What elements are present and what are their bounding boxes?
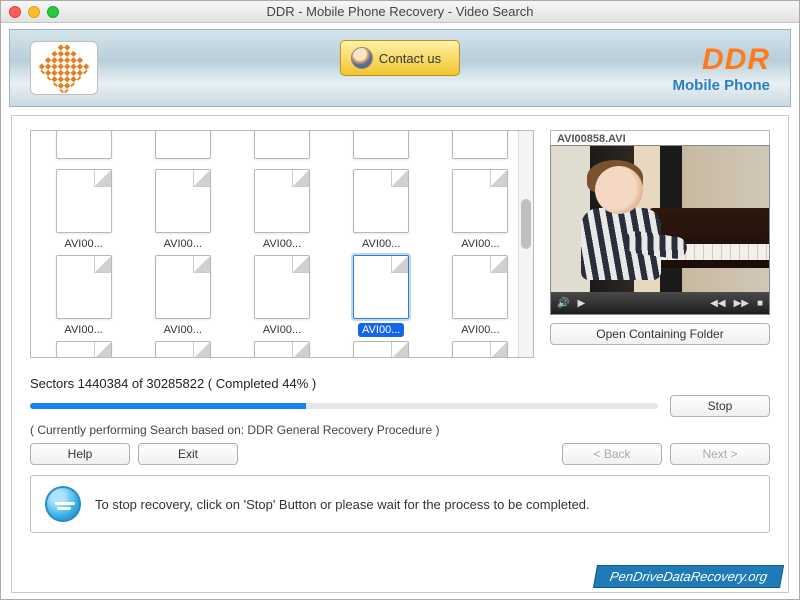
- watermark: PenDriveDataRecovery.org: [593, 565, 784, 588]
- nav-buttons: Help Exit < Back Next >: [30, 443, 770, 465]
- document-icon: [353, 130, 409, 159]
- window-title: DDR - Mobile Phone Recovery - Video Sear…: [1, 4, 799, 19]
- file-item[interactable]: [434, 341, 527, 358]
- file-item[interactable]: AVI00...: [335, 169, 428, 251]
- info-icon: [45, 486, 81, 522]
- main-content: AVI00... AVI00... AVI00... AVI00... AVI00...…: [11, 115, 789, 593]
- document-icon: [353, 341, 409, 358]
- volume-icon[interactable]: 🔊: [557, 298, 569, 309]
- scrollbar-thumb[interactable]: [521, 199, 531, 249]
- document-icon: [155, 341, 211, 358]
- file-item[interactable]: AVI00...: [434, 255, 527, 337]
- prev-icon[interactable]: ◀◀: [710, 298, 725, 309]
- document-icon: [155, 255, 211, 319]
- file-item[interactable]: [335, 130, 428, 165]
- file-item[interactable]: AVI00...: [37, 169, 130, 251]
- file-label: AVI00...: [60, 237, 106, 251]
- file-item[interactable]: [434, 130, 527, 165]
- exit-button[interactable]: Exit: [138, 443, 238, 465]
- next-icon[interactable]: ▶▶: [734, 298, 749, 309]
- document-icon: [452, 341, 508, 358]
- document-icon: [56, 255, 112, 319]
- person-icon: [351, 47, 373, 69]
- file-label: AVI00...: [457, 323, 503, 337]
- header-banner: Contact us DDR Mobile Phone: [9, 29, 791, 107]
- preview-panel: AVI00858.AVI 🔊 ▶: [550, 130, 770, 358]
- file-item[interactable]: AVI00...: [434, 169, 527, 251]
- file-label: AVI00...: [457, 237, 503, 251]
- document-icon: [56, 169, 112, 233]
- file-item[interactable]: AVI00...: [136, 169, 229, 251]
- file-item[interactable]: [335, 341, 428, 358]
- document-icon: [353, 169, 409, 233]
- vertical-scrollbar[interactable]: [518, 131, 533, 357]
- app-logo: [30, 41, 98, 95]
- document-icon: [452, 255, 508, 319]
- app-window: DDR - Mobile Phone Recovery - Video Sear…: [0, 0, 800, 600]
- document-icon: [254, 169, 310, 233]
- file-label: [476, 163, 484, 165]
- file-grid-panel: AVI00... AVI00... AVI00... AVI00... AVI00...…: [30, 130, 534, 358]
- file-label: [278, 163, 286, 165]
- titlebar: DDR - Mobile Phone Recovery - Video Sear…: [1, 1, 799, 23]
- file-label: AVI00...: [160, 323, 206, 337]
- file-label: [80, 163, 88, 165]
- brand-main: DDR: [673, 43, 771, 77]
- file-label: AVI00...: [60, 323, 106, 337]
- file-item[interactable]: AVI00...: [335, 255, 428, 337]
- file-item[interactable]: [235, 130, 328, 165]
- document-icon: [155, 169, 211, 233]
- document-icon: [254, 341, 310, 358]
- progress-bar: [30, 403, 658, 409]
- file-item[interactable]: AVI00...: [136, 255, 229, 337]
- brand-sub: Mobile Phone: [673, 77, 771, 94]
- file-label: AVI00...: [160, 237, 206, 251]
- procedure-info: ( Currently performing Search based on: …: [30, 423, 770, 437]
- file-label: AVI00...: [259, 323, 305, 337]
- sectors-status: Sectors 1440384 of 30285822 ( Completed …: [30, 376, 770, 391]
- logo-icon: [37, 41, 91, 95]
- progress-fill: [30, 403, 306, 409]
- file-label: [377, 163, 385, 165]
- back-button[interactable]: < Back: [562, 443, 662, 465]
- document-icon: [353, 255, 409, 319]
- document-icon: [56, 341, 112, 358]
- play-icon[interactable]: ▶: [577, 298, 585, 309]
- file-item[interactable]: [136, 130, 229, 165]
- contact-us-label: Contact us: [379, 51, 441, 66]
- video-preview: 🔊 ▶ ◀◀ ▶▶ ■: [550, 145, 770, 315]
- file-item[interactable]: [235, 341, 328, 358]
- file-grid: AVI00... AVI00... AVI00... AVI00... AVI00...…: [31, 130, 533, 358]
- hint-panel: To stop recovery, click on 'Stop' Button…: [30, 475, 770, 533]
- document-icon: [452, 169, 508, 233]
- open-containing-folder-button[interactable]: Open Containing Folder: [550, 323, 770, 345]
- contact-us-button[interactable]: Contact us: [340, 40, 460, 76]
- document-icon: [155, 130, 211, 159]
- video-controls: 🔊 ▶ ◀◀ ▶▶ ■: [551, 292, 769, 314]
- progress-section: Sectors 1440384 of 30285822 ( Completed …: [30, 376, 770, 437]
- help-button[interactable]: Help: [30, 443, 130, 465]
- next-button[interactable]: Next >: [670, 443, 770, 465]
- preview-filename: AVI00858.AVI: [557, 133, 763, 145]
- document-icon: [56, 130, 112, 159]
- file-label: AVI00...: [259, 237, 305, 251]
- file-item[interactable]: [136, 341, 229, 358]
- file-label: [179, 163, 187, 165]
- document-icon: [254, 255, 310, 319]
- brand-block: DDR Mobile Phone: [673, 43, 771, 94]
- document-icon: [452, 130, 508, 159]
- stop-icon[interactable]: ■: [757, 298, 763, 309]
- file-item[interactable]: AVI00...: [235, 169, 328, 251]
- file-item[interactable]: [37, 130, 130, 165]
- file-item[interactable]: AVI00...: [37, 255, 130, 337]
- stop-button[interactable]: Stop: [670, 395, 770, 417]
- preview-frame: [551, 146, 769, 292]
- file-label: AVI00...: [358, 237, 404, 251]
- hint-text: To stop recovery, click on 'Stop' Button…: [95, 497, 590, 512]
- file-label: AVI00...: [358, 323, 404, 337]
- file-item[interactable]: [37, 341, 130, 358]
- document-icon: [254, 130, 310, 159]
- file-item[interactable]: AVI00...: [235, 255, 328, 337]
